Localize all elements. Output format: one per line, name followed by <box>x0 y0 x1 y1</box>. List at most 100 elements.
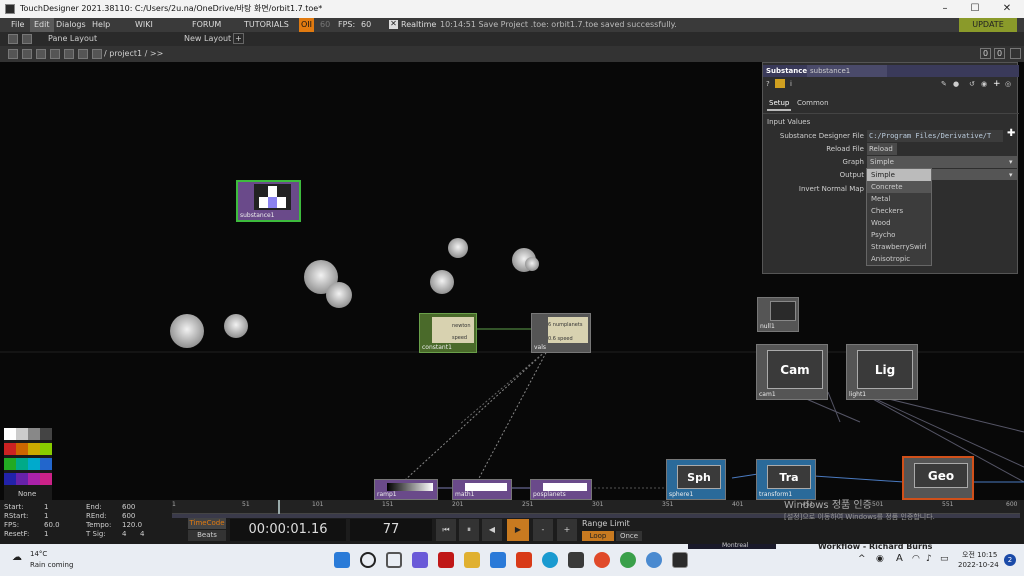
clock-date[interactable]: 2022-10-24 <box>958 561 999 569</box>
once-button[interactable]: Once <box>616 531 642 541</box>
play-button[interactable]: ▶ <box>507 519 529 541</box>
tray-overflow-icon[interactable]: ^ <box>858 554 866 564</box>
loop-button[interactable]: Loop <box>582 531 614 541</box>
resetf-value[interactable]: 1 <box>44 530 48 539</box>
new-layout-label[interactable]: New Layout <box>184 32 231 46</box>
palette-swatch[interactable] <box>16 473 28 485</box>
pane-menu-icon[interactable] <box>8 49 18 59</box>
palette-none-label[interactable]: None <box>18 490 36 498</box>
timecode-display[interactable]: 00:00:01.16 <box>230 519 346 541</box>
beats-mode-button[interactable]: Beats <box>188 530 226 541</box>
update-button[interactable]: UPDATE <box>959 18 1017 32</box>
wifi-icon[interactable]: ◠ <box>912 554 920 564</box>
home-icon[interactable] <box>92 49 102 59</box>
constant-node[interactable]: newton speed constant1 <box>419 313 477 353</box>
posplanets-node[interactable]: posplanets <box>530 479 592 500</box>
python-icon[interactable] <box>775 79 785 88</box>
graph-option[interactable]: Psycho <box>867 229 931 241</box>
ramp-node[interactable]: ramp1 <box>374 479 438 500</box>
realtime-checkbox[interactable]: ✕ <box>389 20 398 29</box>
palette-swatch[interactable] <box>28 428 40 440</box>
maximize-button[interactable]: ☐ <box>960 0 990 18</box>
camera-node[interactable]: Cam cam1 <box>756 344 828 400</box>
menu-dialogs[interactable]: Dialogs <box>56 18 86 32</box>
graph-options-list[interactable]: Simple Concrete Metal Checkers Wood Psycho Str… <box>866 168 932 266</box>
graph-dropdown-arrow-icon[interactable]: ▾ <box>1009 156 1013 168</box>
frame-display[interactable]: 77 <box>350 519 432 541</box>
palette-swatch[interactable] <box>28 473 40 485</box>
palette-swatch[interactable] <box>40 458 52 470</box>
netflix-icon[interactable] <box>438 552 454 568</box>
pause-button[interactable]: ⏸ <box>459 519 479 541</box>
palette-swatch[interactable] <box>40 473 52 485</box>
chrome-profile-2-icon[interactable] <box>646 552 662 568</box>
palette-swatch[interactable] <box>40 428 52 440</box>
info-icon[interactable]: i <box>790 78 792 90</box>
stop-icon[interactable] <box>22 49 32 59</box>
tab-setup[interactable]: Setup <box>767 97 792 111</box>
clock-time[interactable]: 오전 10:15 <box>962 550 997 560</box>
param-op-name[interactable]: substance1 <box>807 65 887 77</box>
start-menu-icon[interactable] <box>334 552 350 568</box>
graph-dropdown[interactable]: Simple <box>867 156 1017 168</box>
palette-swatch[interactable] <box>28 458 40 470</box>
search-icon[interactable] <box>360 552 376 568</box>
weather-icon[interactable]: ☁ <box>12 552 22 563</box>
close-button[interactable]: ✕ <box>992 0 1022 18</box>
output-dropdown-arrow-icon[interactable]: ▾ <box>1009 169 1013 181</box>
playhead-marker[interactable] <box>278 500 280 514</box>
volume-icon[interactable]: ♪ <box>926 554 932 564</box>
vals-node[interactable]: 6 numplanets 0.6 speed vals <box>531 313 591 353</box>
reset-icon[interactable]: ↺ <box>969 78 975 90</box>
graph-option[interactable]: Concrete <box>867 181 931 193</box>
rend-value[interactable]: 600 <box>122 512 135 521</box>
office-icon[interactable] <box>516 552 532 568</box>
graph-option[interactable]: Simple <box>867 169 931 181</box>
oi-indicator[interactable]: OII <box>299 18 315 32</box>
tsig-b[interactable]: 4 <box>140 530 144 539</box>
timecode-mode-button[interactable]: TimeCode <box>188 518 226 529</box>
palette-swatch[interactable] <box>4 473 16 485</box>
pane-number-a[interactable]: 0 <box>980 48 991 59</box>
geo-node[interactable]: Geo <box>902 456 974 500</box>
reload-button[interactable]: Reload <box>867 143 897 155</box>
battery-icon[interactable]: ▭ <box>940 554 949 564</box>
task-view-icon[interactable] <box>386 552 402 568</box>
minimize-button[interactable]: – <box>930 0 960 18</box>
edit-icon[interactable]: ✎ <box>941 78 947 90</box>
comment-icon[interactable]: ● <box>953 78 959 90</box>
chat-icon[interactable] <box>412 552 428 568</box>
menu-tutorials[interactable]: TUTORIALS <box>244 18 289 32</box>
color-icon[interactable]: ◉ <box>981 78 987 90</box>
pane-expand-icon[interactable] <box>1010 48 1021 59</box>
network-path[interactable]: / project1 / >> <box>104 46 163 62</box>
transform-node[interactable]: Tra transform1 <box>756 459 816 500</box>
rstart-value[interactable]: 1 <box>44 512 48 521</box>
substance-node[interactable]: substance1 <box>236 180 301 222</box>
palette-swatch[interactable] <box>4 458 16 470</box>
step-back-button[interactable]: ◀ <box>482 519 502 541</box>
back-icon[interactable] <box>36 49 46 59</box>
graph-option[interactable]: Checkers <box>867 205 931 217</box>
sphere-node[interactable]: Sph sphere1 <box>666 459 726 500</box>
rewind-button[interactable]: ⏮ <box>436 519 456 541</box>
menu-wiki[interactable]: WIKI <box>135 18 153 32</box>
file-param-field[interactable]: C:/Program Files/Derivative/T <box>867 130 1003 142</box>
step-plus-button[interactable]: + <box>557 519 577 541</box>
graph-option[interactable]: StrawberrySwirl <box>867 241 931 253</box>
start-value[interactable]: 1 <box>44 503 48 512</box>
menu-help[interactable]: Help <box>92 18 110 32</box>
touchdesigner-taskbar-icon[interactable] <box>672 552 688 568</box>
input-language[interactable]: A <box>896 553 903 564</box>
step-minus-button[interactable]: - <box>533 519 553 541</box>
palette-swatch[interactable] <box>4 428 16 440</box>
chrome-profile-icon[interactable] <box>620 552 636 568</box>
light-node[interactable]: Lig light1 <box>846 344 918 400</box>
graph-option[interactable]: Wood <box>867 217 931 229</box>
edge-icon[interactable] <box>542 552 558 568</box>
weather-temp[interactable]: 14°C <box>30 550 47 558</box>
palette-swatch[interactable] <box>40 443 52 455</box>
mail-icon[interactable] <box>490 552 506 568</box>
pane-number-b[interactable]: 0 <box>994 48 1005 59</box>
palette-swatch[interactable] <box>16 443 28 455</box>
